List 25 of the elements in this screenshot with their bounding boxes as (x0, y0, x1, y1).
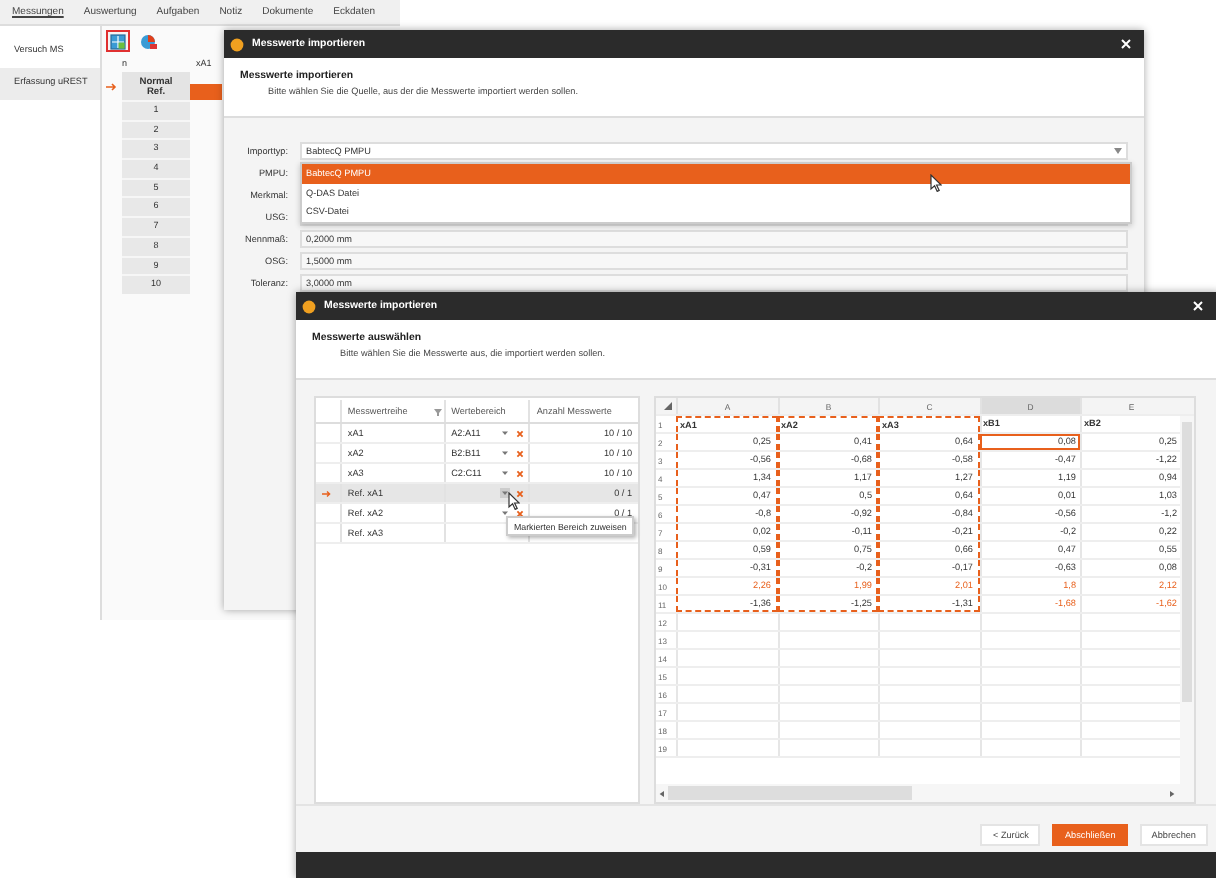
table-icon (110, 33, 126, 49)
clear-icon[interactable] (516, 509, 525, 517)
chart-button[interactable] (136, 30, 160, 52)
clear-icon[interactable] (516, 429, 525, 437)
import-button[interactable] (106, 30, 130, 52)
vertical-scrollbar[interactable] (1180, 416, 1194, 785)
selected-cell (190, 84, 222, 100)
scroll-right-icon[interactable] (1168, 789, 1176, 798)
clear-icon[interactable] (516, 489, 525, 497)
chart-icon (139, 33, 157, 49)
horizontal-scrollbar[interactable] (656, 784, 1194, 803)
app-icon (230, 37, 244, 51)
arrow-icon (322, 489, 333, 497)
cursor-icon (930, 174, 942, 192)
filter-icon[interactable] (434, 408, 442, 416)
caret-icon (1114, 148, 1122, 155)
clear-icon[interactable] (516, 469, 525, 477)
close-icon[interactable] (1192, 300, 1204, 312)
caret-icon[interactable] (500, 508, 511, 518)
cursor-icon (508, 492, 520, 510)
close-icon[interactable] (1120, 38, 1132, 50)
corner-icon[interactable] (663, 402, 671, 410)
app-icon (302, 299, 316, 313)
arrow-icon (106, 82, 118, 92)
clear-icon[interactable] (516, 449, 525, 457)
